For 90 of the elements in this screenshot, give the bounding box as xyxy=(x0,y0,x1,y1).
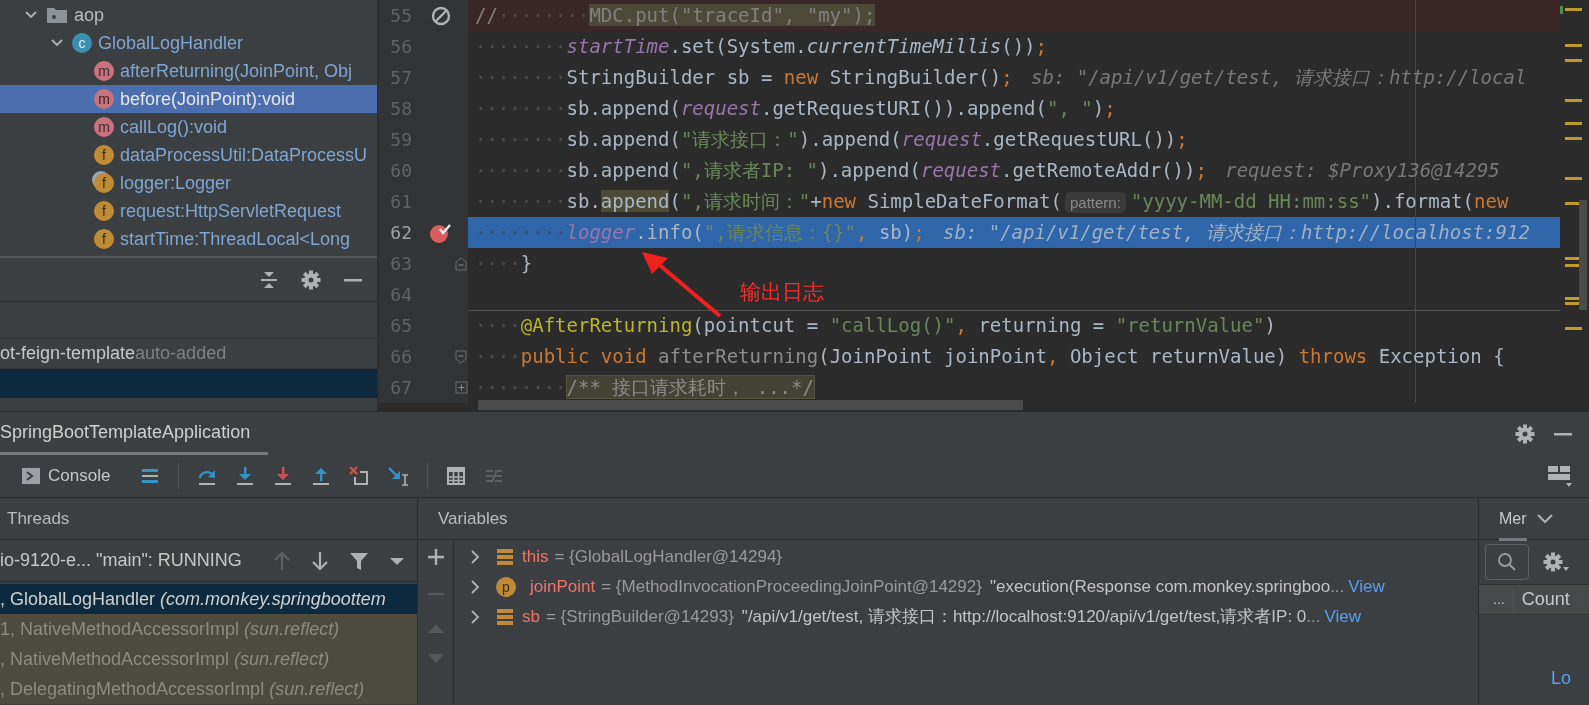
search-icon xyxy=(1497,552,1517,572)
view-link[interactable]: View xyxy=(1324,604,1362,630)
stack-frame[interactable]: , GlobalLogHandler (com.monkey.springboottem xyxy=(0,584,417,614)
panel-title: Variables xyxy=(437,507,508,530)
chevron-right-icon[interactable] xyxy=(468,549,482,565)
variable-icon xyxy=(496,548,514,566)
line-number: 62 xyxy=(389,222,412,243)
variable-value: "execution(Response com.monkey.springboo xyxy=(989,576,1331,599)
class-icon: c xyxy=(72,33,92,53)
chevron-right-icon[interactable] xyxy=(468,579,482,595)
chevron-right-icon[interactable] xyxy=(468,609,482,625)
variable-name: joinPoint xyxy=(530,576,596,599)
column-header[interactable]: Count xyxy=(1513,586,1570,613)
console-icon xyxy=(22,468,40,484)
ellipsis: ... xyxy=(1330,576,1345,599)
ellipsis: ... xyxy=(1306,606,1321,629)
code-text: ········logger.info(",请求信息：{}", sb); xyxy=(475,221,925,243)
code-text: ········StringBuilder sb = new StringBuilder(); xyxy=(475,66,1013,88)
method-icon: m xyxy=(94,117,114,137)
calculator-icon[interactable] xyxy=(446,466,467,486)
code-text: ········startTime.set(System.currentTimeMillis()); xyxy=(475,35,1047,57)
thread-selector[interactable]: io-9120-e... "main": RUNNING xyxy=(0,547,242,574)
field-icon: f xyxy=(94,173,114,193)
code-text: ····@AfterReturning(pointcut = "callLog()", returning = "returnValue") xyxy=(475,314,1276,336)
search-button[interactable] xyxy=(1485,544,1529,580)
drop-frame-icon[interactable] xyxy=(349,466,370,486)
dropdown-icon[interactable] xyxy=(389,555,405,566)
tree-item[interactable]: f startTime:ThreadLocal<Long xyxy=(0,225,377,253)
scrollbar-thumb[interactable] xyxy=(1579,200,1587,310)
tree-item[interactable]: aop xyxy=(0,1,377,29)
run-to-cursor-icon[interactable] xyxy=(387,466,410,486)
inlay-hint: sb: "/api/v1/get/test, 请求接口：http://local xyxy=(1030,66,1527,88)
expand-fold-icon[interactable] xyxy=(454,380,468,395)
link[interactable]: Lo xyxy=(1551,665,1589,692)
method-icon: m xyxy=(94,61,114,81)
field-icon: f xyxy=(94,229,114,249)
code-text: ········sb.append("请求接口：").append(request.getRequestURL()); xyxy=(475,128,1188,150)
add-icon[interactable] xyxy=(426,548,445,566)
inlay-hint: request: $Proxy136@14295 xyxy=(1225,159,1500,181)
variable-icon xyxy=(496,608,514,626)
code-text: //········MDC.put("traceId", "my"); xyxy=(475,4,876,26)
parameter-icon: p xyxy=(496,577,516,597)
arrow-down-icon[interactable] xyxy=(311,550,329,571)
tree-item[interactable]: f request:HttpServletRequest xyxy=(0,197,377,225)
scrollbar-thumb[interactable] xyxy=(478,400,1023,410)
view-link[interactable]: View xyxy=(1348,574,1385,600)
collapse-icon[interactable] xyxy=(259,269,279,290)
field-icon: f xyxy=(94,201,114,221)
panel-title: Threads xyxy=(6,507,70,530)
column-header[interactable]: ... xyxy=(1479,589,1514,610)
code-text: ····} xyxy=(475,252,533,274)
settings-icon[interactable] xyxy=(1543,551,1569,573)
variable-type: = {MethodInvocationProceedingJoinPoint@14292} xyxy=(601,576,982,599)
folder-icon xyxy=(46,6,68,24)
stack-frame[interactable]: 1, NativeMethodAccessorImpl (sun.reflect) xyxy=(0,614,417,644)
variable-name: this xyxy=(522,546,549,569)
tree-item[interactable]: f logger:Logger xyxy=(0,169,377,197)
force-step-into-icon[interactable] xyxy=(273,466,294,486)
code-text: "yyyy-MM-dd HH:mm:ss").format(new xyxy=(1130,190,1509,212)
layout-icon[interactable] xyxy=(1547,464,1573,488)
console-tab[interactable]: Console xyxy=(22,455,123,497)
tree-item[interactable]: m before(JoinPoint):void xyxy=(0,85,377,113)
code-text: ········sb.append(request.getRequestURI()).append(", "); xyxy=(475,97,1116,119)
settings-icon[interactable] xyxy=(1515,423,1535,444)
filter-icon[interactable] xyxy=(349,550,369,571)
stack-frame[interactable]: , NativeMethodAccessorImpl (sun.reflect) xyxy=(0,644,417,674)
field-icon: f xyxy=(94,145,114,165)
code-text: ····public void afterReturning(JoinPoint joinPoint, Object returnValue) throws Exception { xyxy=(475,345,1505,367)
variable-type: = {GlobalLogHandler@14294} xyxy=(554,546,783,569)
frames-icon[interactable] xyxy=(140,466,161,486)
tree-item[interactable]: f dataProcessUtil:DataProcessU xyxy=(0,141,377,169)
step-into-icon[interactable] xyxy=(235,466,256,486)
stack-frame[interactable]: , DelegatingMethodAccessorImpl (sun.reflect) xyxy=(0,674,417,704)
settings-icon[interactable] xyxy=(301,269,321,290)
tree-item[interactable]: m afterReturning(JoinPoint, Obj xyxy=(0,57,377,85)
memory-tab[interactable]: Mer xyxy=(1499,496,1527,541)
variable-value: "/api/v1/get/test, 请求接口：http://localhost:9120/api/v1/get/test,请求者IP: 0 xyxy=(741,606,1307,629)
step-out-icon[interactable] xyxy=(311,466,332,486)
variable-type: = {StringBuilder@14293} xyxy=(545,606,734,629)
tree-item[interactable]: m callLog():void xyxy=(0,113,377,141)
chevron-down-icon[interactable] xyxy=(1536,512,1553,525)
code-text: ········sb.append(",请求者IP: ").append(request.getRemoteAddr()); xyxy=(475,159,1207,181)
tree-item[interactable]: c GlobalLogHandler xyxy=(0,29,377,57)
run-tab[interactable]: SpringBootTemplateApplication xyxy=(0,412,269,455)
annotation-label: 输出日志 xyxy=(740,279,824,305)
method-icon: m xyxy=(94,89,114,109)
variable-name: sb xyxy=(522,606,540,629)
parameter-hint: pattern: xyxy=(1064,192,1126,213)
muted-breakpoint-icon[interactable] xyxy=(430,4,452,27)
code-text: ········sb.append(",请求时间："+new SimpleDateFormat( xyxy=(475,190,1062,212)
